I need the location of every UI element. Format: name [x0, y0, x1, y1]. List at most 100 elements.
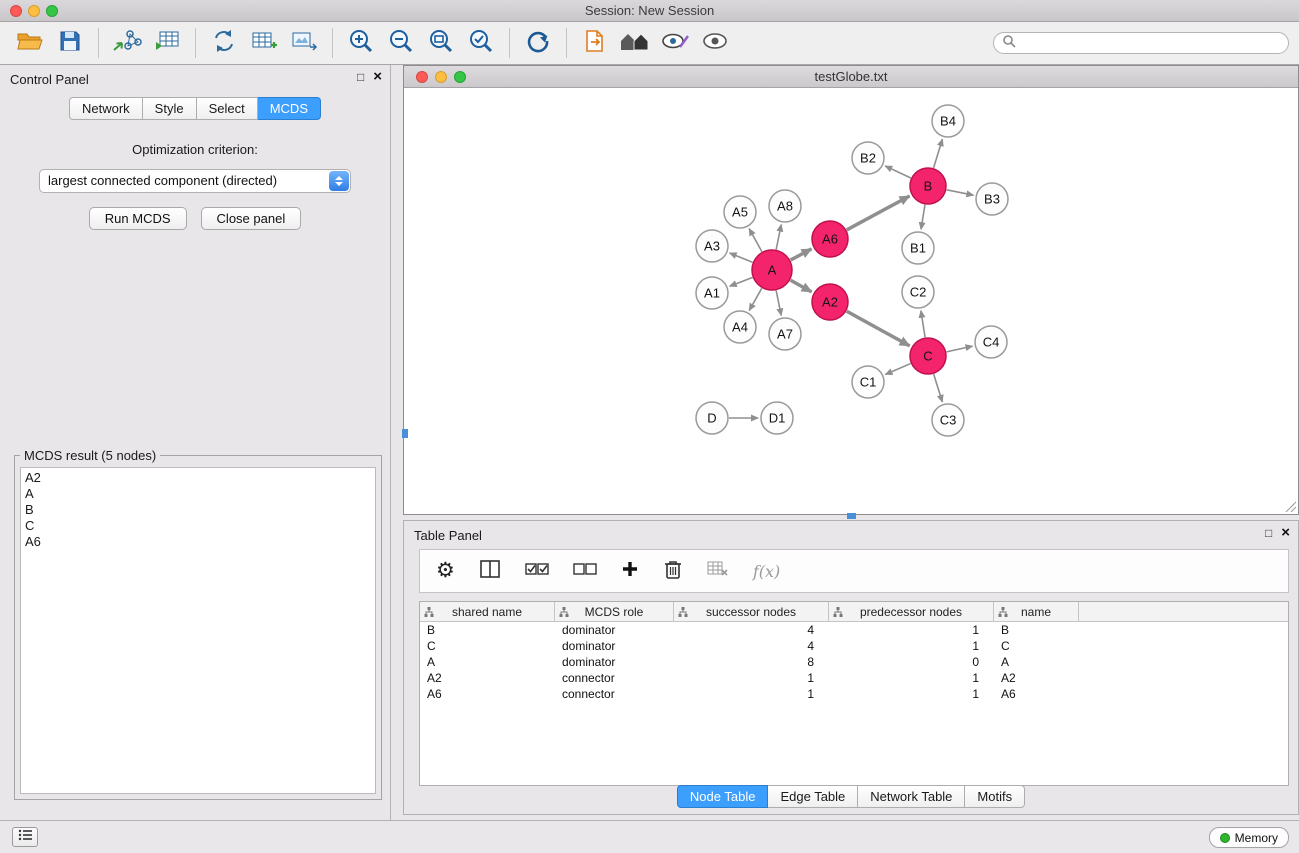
- control-tab-network[interactable]: Network: [69, 97, 143, 120]
- delete-table-button[interactable]: [707, 560, 729, 583]
- table-tab-network-table[interactable]: Network Table: [858, 785, 965, 808]
- run-mcds-button[interactable]: Run MCDS: [89, 207, 187, 230]
- open-session-button[interactable]: [10, 26, 50, 60]
- resize-corner-icon[interactable]: [1285, 501, 1297, 513]
- edge-C-C4[interactable]: [947, 346, 973, 352]
- task-history-button[interactable]: [12, 827, 38, 847]
- control-tab-mcds[interactable]: MCDS: [258, 97, 321, 120]
- node-B[interactable]: B: [910, 168, 946, 204]
- minimize-network-button[interactable]: [435, 71, 447, 83]
- deselect-all-rows-button[interactable]: [573, 561, 597, 582]
- zoom-out-button[interactable]: [381, 26, 421, 60]
- edge-C-C1[interactable]: [885, 364, 910, 375]
- refresh-view-button[interactable]: [518, 26, 558, 60]
- table-tab-node-table[interactable]: Node Table: [677, 785, 769, 808]
- edge-A-A8[interactable]: [776, 225, 781, 250]
- node-C2[interactable]: C2: [902, 276, 934, 308]
- dropdown-stepper-icon[interactable]: [329, 171, 349, 191]
- optimization-criterion-dropdown[interactable]: largest connected component (directed): [39, 169, 351, 193]
- node-A2[interactable]: A2: [812, 284, 848, 320]
- close-panel-icon[interactable]: ×: [1281, 526, 1290, 540]
- mcds-result-item[interactable]: A2: [21, 470, 375, 486]
- mcds-result-item[interactable]: A: [21, 486, 375, 502]
- node-D1[interactable]: D1: [761, 402, 793, 434]
- export-image-button[interactable]: [284, 26, 324, 60]
- mcds-result-list[interactable]: A2ABCA6: [20, 467, 376, 794]
- edge-A-A4[interactable]: [749, 288, 761, 310]
- splitter-handle-bottom[interactable]: [847, 513, 856, 519]
- table-tab-edge-table[interactable]: Edge Table: [768, 785, 858, 808]
- memory-button[interactable]: Memory: [1209, 827, 1289, 848]
- close-network-button[interactable]: [416, 71, 428, 83]
- close-panel-button[interactable]: Close panel: [201, 207, 302, 230]
- column-header-MCDS-role[interactable]: MCDS role: [555, 602, 674, 622]
- maximize-window-button[interactable]: [46, 5, 58, 17]
- show-hide-panel-button[interactable]: [695, 26, 735, 60]
- node-A7[interactable]: A7: [769, 318, 801, 350]
- edge-A-A6[interactable]: [791, 249, 812, 260]
- network-graph[interactable]: ABCA2A6A1A3A4A5A7A8B1B2B3B4C1C2C3C4DD1: [404, 88, 1298, 514]
- select-all-rows-button[interactable]: [525, 561, 549, 582]
- node-A[interactable]: A: [752, 250, 792, 290]
- control-tab-style[interactable]: Style: [143, 97, 197, 120]
- zoom-in-button[interactable]: [341, 26, 381, 60]
- new-table-button[interactable]: [244, 26, 284, 60]
- splitter-handle-left[interactable]: [402, 429, 408, 438]
- float-panel-icon[interactable]: □: [1265, 526, 1272, 540]
- column-header-successor-nodes[interactable]: successor nodes: [674, 602, 829, 622]
- delete-column-button[interactable]: [663, 558, 683, 585]
- node-C3[interactable]: C3: [932, 404, 964, 436]
- float-panel-icon[interactable]: □: [357, 70, 364, 84]
- edge-B-B3[interactable]: [947, 190, 974, 195]
- edge-B-B4[interactable]: [934, 139, 943, 168]
- edge-B-B1[interactable]: [921, 205, 925, 229]
- column-header-predecessor-nodes[interactable]: predecessor nodes: [829, 602, 994, 622]
- edge-A-A2[interactable]: [790, 280, 811, 292]
- zoom-selected-button[interactable]: [461, 26, 501, 60]
- import-network-button[interactable]: [107, 26, 147, 60]
- function-builder-button[interactable]: f(x): [753, 562, 780, 581]
- node-A5[interactable]: A5: [724, 196, 756, 228]
- mcds-result-item[interactable]: C: [21, 518, 375, 534]
- table-tab-motifs[interactable]: Motifs: [965, 785, 1025, 808]
- edge-A-A3[interactable]: [730, 253, 753, 262]
- maximize-network-button[interactable]: [454, 71, 466, 83]
- node-C[interactable]: C: [910, 338, 946, 374]
- table-row[interactable]: Adominator80A: [420, 654, 1288, 670]
- add-column-button[interactable]: [621, 560, 639, 583]
- edge-C-C3[interactable]: [934, 374, 943, 402]
- export-document-button[interactable]: [575, 26, 615, 60]
- search-input[interactable]: [1021, 36, 1280, 51]
- node-C4[interactable]: C4: [975, 326, 1007, 358]
- close-panel-icon[interactable]: ×: [373, 70, 382, 84]
- edge-B-B2[interactable]: [885, 166, 911, 178]
- node-A1[interactable]: A1: [696, 277, 728, 309]
- save-session-button[interactable]: [50, 26, 90, 60]
- edge-A6-B[interactable]: [847, 196, 910, 230]
- table-row[interactable]: Bdominator41B: [420, 622, 1288, 638]
- app-titlebar[interactable]: Session: New Session: [0, 0, 1299, 22]
- node-B4[interactable]: B4: [932, 105, 964, 137]
- node-B2[interactable]: B2: [852, 142, 884, 174]
- column-header-name[interactable]: name: [994, 602, 1079, 622]
- node-A8[interactable]: A8: [769, 190, 801, 222]
- node-A6[interactable]: A6: [812, 221, 848, 257]
- node-A4[interactable]: A4: [724, 311, 756, 343]
- node-A3[interactable]: A3: [696, 230, 728, 262]
- edge-A-A5[interactable]: [749, 229, 762, 252]
- style-preview-button[interactable]: [655, 26, 695, 60]
- table-row[interactable]: A2connector11A2: [420, 670, 1288, 686]
- edge-A-A7[interactable]: [776, 291, 781, 316]
- session-home-button[interactable]: [615, 26, 655, 60]
- search-field[interactable]: [993, 32, 1289, 54]
- table-row[interactable]: Cdominator41C: [420, 638, 1288, 654]
- node-C1[interactable]: C1: [852, 366, 884, 398]
- control-tab-select[interactable]: Select: [197, 97, 258, 120]
- node-B3[interactable]: B3: [976, 183, 1008, 215]
- zoom-fit-content-button[interactable]: [421, 26, 461, 60]
- node-D[interactable]: D: [696, 402, 728, 434]
- mcds-result-item[interactable]: B: [21, 502, 375, 518]
- edge-A-A1[interactable]: [730, 278, 753, 287]
- column-header-shared-name[interactable]: shared name: [420, 602, 555, 622]
- table-settings-button[interactable]: ⚙: [436, 560, 455, 582]
